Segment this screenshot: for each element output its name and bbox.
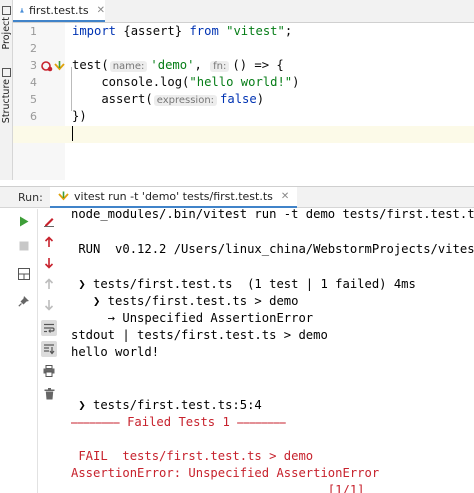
parameter-hint: fn: bbox=[210, 61, 230, 72]
layout-icon bbox=[18, 268, 30, 280]
code-line-5: assert(expression: false) bbox=[72, 91, 264, 108]
line-number: 2 bbox=[30, 42, 37, 55]
code-line-3: test(name:'demo', fn:() => { bbox=[72, 57, 284, 74]
clear-all-button[interactable] bbox=[41, 386, 57, 402]
print-button[interactable] bbox=[41, 363, 57, 379]
console-error-count: [1/1] bbox=[71, 483, 365, 493]
structure-icon bbox=[1, 68, 11, 77]
structure-tool-tab[interactable]: Structure bbox=[0, 66, 12, 123]
code-token: false bbox=[220, 92, 257, 106]
stop-icon bbox=[19, 241, 29, 251]
run-tool-window-header: Run: vitest run -t 'demo' tests/first.te… bbox=[0, 186, 474, 208]
text-caret bbox=[72, 126, 73, 141]
soft-wrap-toggle[interactable] bbox=[41, 320, 57, 336]
close-icon[interactable]: ✕ bbox=[97, 5, 105, 16]
scroll-to-end-toggle[interactable] bbox=[41, 341, 57, 357]
layout-button[interactable] bbox=[16, 266, 32, 282]
print-icon bbox=[43, 365, 55, 377]
edit-pencil-icon bbox=[44, 218, 54, 227]
rerun-failed-button[interactable] bbox=[41, 213, 57, 229]
code-token: } bbox=[174, 24, 190, 38]
console-line: → Unspecified AssertionError bbox=[71, 311, 314, 325]
project-tab-label: Project bbox=[0, 17, 12, 50]
run-toolbar-secondary bbox=[37, 209, 60, 493]
arrow-up-icon bbox=[44, 278, 54, 289]
play-icon bbox=[20, 216, 29, 226]
previous-occurrence-button[interactable] bbox=[41, 276, 57, 292]
code-token: { bbox=[116, 24, 131, 38]
run-config-tab-label: vitest run -t 'demo' tests/first.test.ts bbox=[74, 190, 273, 203]
parameter-hint: expression: bbox=[153, 95, 218, 106]
code-token: from bbox=[189, 24, 219, 38]
line-number: 3 bbox=[30, 59, 37, 72]
code-token: assert bbox=[130, 24, 175, 38]
debug-arrow-icon[interactable] bbox=[54, 60, 65, 72]
scroll-to-end-icon bbox=[44, 344, 55, 355]
code-token: "hello world!" bbox=[189, 75, 293, 89]
close-icon[interactable]: ✕ bbox=[281, 191, 289, 202]
code-line-4: console.log("hello world!") bbox=[72, 74, 299, 91]
console-line: ❯ tests/first.test.ts > demo bbox=[71, 294, 299, 308]
code-line-6: }) bbox=[72, 108, 87, 125]
arrow-down-icon bbox=[44, 258, 54, 269]
code-token: () => { bbox=[232, 58, 284, 72]
arrow-up-icon bbox=[44, 236, 54, 247]
line-number: 4 bbox=[30, 76, 37, 89]
line-number: 5 bbox=[30, 93, 37, 106]
stop-button[interactable] bbox=[16, 238, 32, 254]
run-console-output[interactable]: node_modules/.bin/vitest run -t demo tes… bbox=[71, 209, 474, 493]
code-token: , bbox=[194, 58, 202, 72]
test-flask-icon bbox=[20, 7, 24, 13]
code-token: ) bbox=[256, 92, 265, 106]
run-toolbar-primary bbox=[13, 209, 35, 493]
line-number: 1 bbox=[30, 25, 37, 38]
code-token: import bbox=[72, 24, 117, 38]
run-label: Run: bbox=[18, 191, 43, 204]
vitest-run-icon bbox=[58, 191, 69, 201]
console-fail-line: FAIL tests/first.test.ts > demo bbox=[71, 449, 314, 463]
next-occurrence-button[interactable] bbox=[41, 297, 57, 313]
code-token: 'demo' bbox=[150, 58, 195, 72]
code-token: assert( bbox=[72, 92, 153, 106]
console-line: ❯ tests/first.test.ts (1 test | 1 failed… bbox=[71, 277, 416, 291]
code-token: console.log( bbox=[72, 75, 190, 89]
editor-tab-first-test[interactable]: first.test.ts ✕ bbox=[13, 0, 105, 22]
code-line-1: import {assert} from "vitest"; bbox=[72, 23, 292, 40]
editor-tab-label: first.test.ts bbox=[28, 3, 89, 17]
run-config-tab[interactable]: vitest run -t 'demo' tests/first.test.ts… bbox=[50, 187, 298, 208]
soft-wrap-icon bbox=[44, 323, 55, 333]
code-token: ; bbox=[284, 24, 293, 38]
console-line: node_modules/.bin/vitest run -t demo tes… bbox=[71, 209, 474, 221]
console-line: RUN v0.12.2 /Users/linux_china/WebstormP… bbox=[71, 242, 474, 256]
console-line: stdout | tests/first.test.ts > demo bbox=[71, 328, 328, 342]
structure-tab-label: Structure bbox=[0, 79, 12, 124]
console-line: hello world! bbox=[71, 345, 160, 359]
code-editor[interactable]: import {assert} from "vitest"; test(name… bbox=[72, 23, 474, 180]
console-line: ❯ tests/first.test.ts:5:4 bbox=[71, 398, 262, 412]
trash-icon bbox=[44, 388, 54, 400]
code-token: }) bbox=[72, 109, 87, 123]
left-tool-strip: Project Structure bbox=[0, 0, 13, 180]
arrow-down-icon bbox=[44, 300, 54, 311]
editor-tab-bar: first.test.ts ✕ bbox=[13, 0, 474, 23]
parameter-hint: name: bbox=[109, 61, 148, 72]
previous-failed-button[interactable] bbox=[41, 234, 57, 250]
pin-tab-button[interactable] bbox=[16, 293, 32, 309]
pin-icon bbox=[18, 296, 29, 307]
console-assertion-error: AssertionError: Unspecified AssertionErr… bbox=[71, 466, 380, 480]
rerun-button[interactable] bbox=[16, 213, 32, 229]
folder-icon bbox=[1, 6, 11, 15]
next-failed-button[interactable] bbox=[41, 255, 57, 271]
project-tool-tab[interactable]: Project bbox=[0, 4, 12, 50]
run-test-failed-icon[interactable] bbox=[41, 60, 53, 72]
code-token: test( bbox=[72, 58, 109, 72]
line-number: 6 bbox=[30, 110, 37, 123]
console-failed-tests-separator: ⎯⎯⎯⎯⎯⎯⎯⎯ Failed Tests 1 ⎯⎯⎯⎯⎯⎯⎯⎯ bbox=[71, 415, 286, 429]
code-token: ) bbox=[292, 75, 300, 89]
editor-gutter: 1 2 3 4 5 6 7 bbox=[13, 23, 72, 180]
code-token: "vitest" bbox=[218, 24, 285, 38]
code-line-7 bbox=[72, 125, 73, 142]
